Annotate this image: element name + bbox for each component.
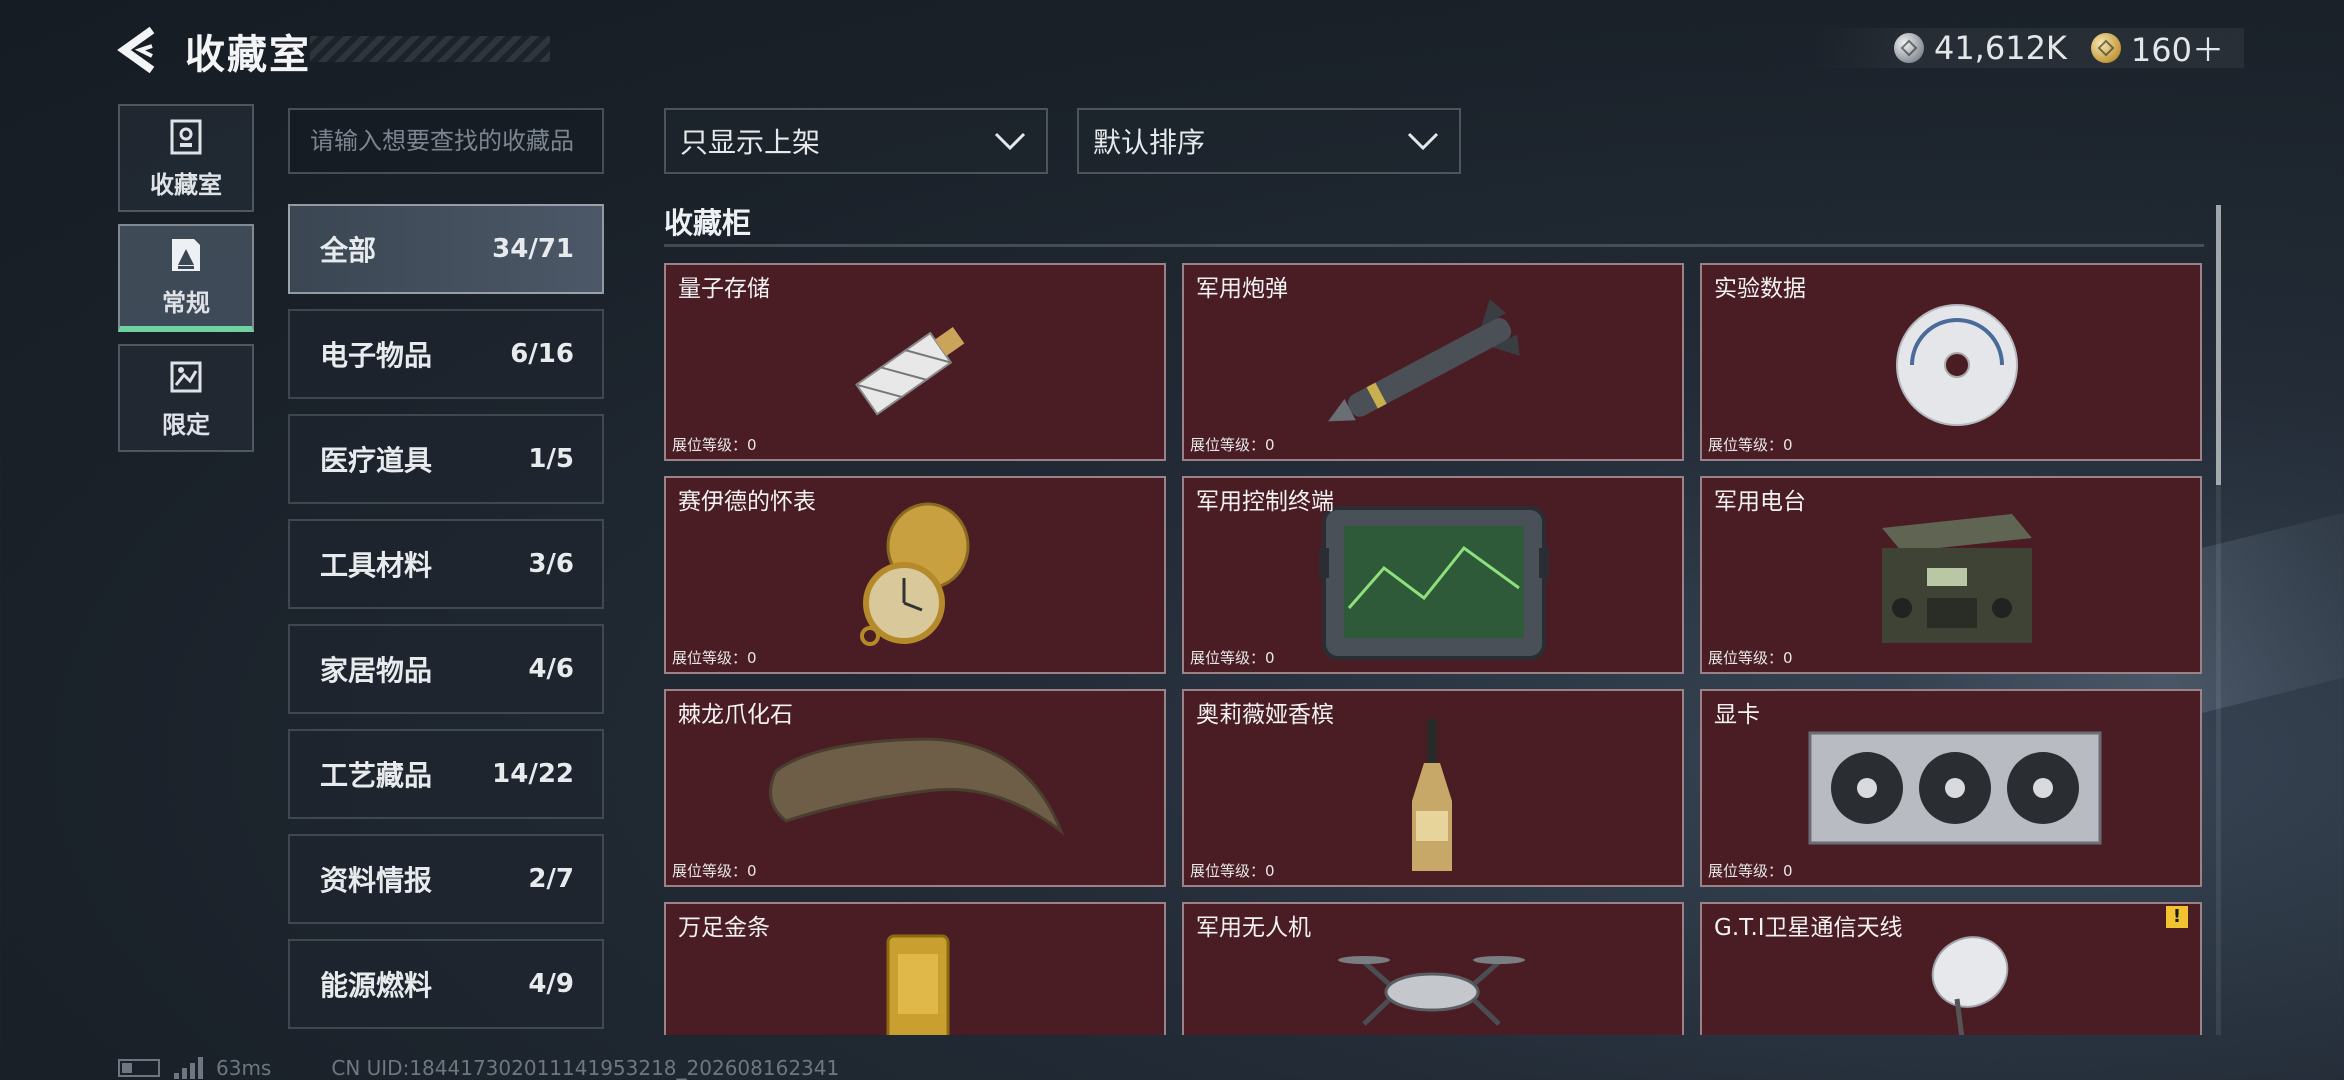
user-uid: CN UID:18441730201114195321​8_2026081623…	[331, 1056, 840, 1080]
item-name: 奥莉薇娅香槟	[1196, 702, 1334, 728]
side-nav-regular[interactable]: 常规	[118, 224, 254, 332]
chevron-down-icon	[1407, 132, 1439, 151]
chevron-down-icon	[994, 132, 1026, 151]
item-level: 展位等级：0	[1708, 862, 1793, 880]
category-intel[interactable]: 资料情报 2/7	[288, 834, 604, 924]
item-name: 军用控制终端	[1196, 489, 1334, 515]
currency-gold[interactable]: 160＋	[2090, 25, 2224, 71]
currency-bar: 41,612K 160＋	[1809, 25, 2244, 71]
item-card[interactable]: 实验数据 展位等级：0	[1700, 263, 2202, 461]
item-name: 军用炮弹	[1196, 276, 1288, 302]
category-all[interactable]: 全部 34/71	[288, 204, 604, 294]
currency-silver-value: 41,612K	[1933, 29, 2067, 67]
item-card[interactable]: 棘龙爪化石 展位等级：0	[664, 689, 1166, 887]
item-level: 展位等级：0	[672, 649, 757, 667]
item-card[interactable]: 军用电台 展位等级：0	[1700, 476, 2202, 674]
item-name: 万足金条	[678, 915, 770, 941]
category-count: 34/71	[492, 234, 574, 264]
item-card[interactable]: 赛伊德的怀表 展位等级：0	[664, 476, 1166, 674]
category-crafts[interactable]: 工艺藏品 14/22	[288, 729, 604, 819]
warning-icon[interactable]: !	[2166, 906, 2188, 928]
side-nav-label: 常规	[162, 288, 210, 317]
collection-room-icon	[170, 119, 202, 154]
ping-value: 63ms	[216, 1056, 272, 1080]
silver-coin-icon	[1893, 33, 1924, 63]
category-tools[interactable]: 工具材料 3/6	[288, 519, 604, 609]
item-name: 实验数据	[1714, 276, 1806, 302]
category-count: 3/6	[528, 549, 574, 579]
item-card[interactable]: 万足金条	[664, 902, 1166, 1035]
item-level: 展位等级：0	[1190, 649, 1275, 667]
item-card[interactable]: 量子存储 展位等级：0	[664, 263, 1166, 461]
title-decoration	[310, 36, 550, 62]
sort-label: 默认排序	[1093, 126, 1206, 159]
category-count: 2/7	[528, 864, 574, 894]
item-level: 展位等级：0	[1708, 436, 1793, 454]
item-level: 展位等级：0	[1190, 862, 1275, 880]
graphics-card-icon	[1808, 731, 2102, 845]
item-level: 展位等级：0	[672, 436, 757, 454]
battery-icon	[118, 1059, 160, 1077]
category-name: 资料情报	[320, 864, 433, 897]
item-level: 展位等级：0	[1708, 649, 1793, 667]
display-filter-dropdown[interactable]: 只显示上架	[664, 108, 1048, 174]
regular-icon	[172, 238, 200, 271]
category-count: 1/5	[528, 444, 574, 474]
item-name: 量子存储	[678, 276, 770, 302]
side-nav-label: 收藏室	[150, 170, 222, 199]
item-name: 显卡	[1714, 702, 1760, 728]
status-footer: 63ms CN UID:18441730201114195321​8_20260…	[118, 1056, 839, 1080]
side-nav-limited[interactable]: 限定	[118, 344, 254, 452]
item-card[interactable]: 显卡 展位等级：0	[1700, 689, 2202, 887]
item-name: 军用无人机	[1196, 915, 1311, 941]
back-arrow-icon[interactable]	[112, 22, 168, 78]
cabinet-divider	[664, 244, 2204, 247]
item-level: 展位等级：0	[1190, 436, 1275, 454]
item-card[interactable]: 军用控制终端 展位等级：0	[1182, 476, 1684, 674]
currency-silver[interactable]: 41,612K	[1893, 29, 2067, 67]
category-household[interactable]: 家居物品 4/6	[288, 624, 604, 714]
search-input[interactable]	[288, 108, 604, 174]
sort-dropdown[interactable]: 默认排序	[1077, 108, 1461, 174]
category-name: 全部	[320, 234, 377, 267]
item-card[interactable]: G.T.I卫星通信天线 !	[1700, 902, 2202, 1035]
category-count: 6/16	[510, 339, 574, 369]
category-count: 4/6	[528, 654, 574, 684]
category-name: 工艺藏品	[320, 759, 433, 792]
category-count: 14/22	[492, 759, 574, 789]
category-medical[interactable]: 医疗道具 1/5	[288, 414, 604, 504]
category-name: 工具材料	[320, 549, 433, 582]
item-card[interactable]: 军用无人机	[1182, 902, 1684, 1035]
page-title: 收藏室	[185, 32, 311, 78]
currency-gold-value: 160＋	[2130, 31, 2224, 69]
category-name: 能源燃料	[320, 969, 433, 1002]
cabinet-grid: 量子存储 展位等级：0 军用炮弹 展位等级：0 实验数据 展位等级：0 赛伊德的…	[664, 263, 2202, 1035]
category-fuel[interactable]: 能源燃料 4/9	[288, 939, 604, 1029]
item-level: 展位等级：0	[672, 862, 757, 880]
item-name: 棘龙爪化石	[678, 702, 793, 728]
item-card[interactable]: 军用炮弹 展位等级：0	[1182, 263, 1684, 461]
side-nav-collection-room[interactable]: 收藏室	[118, 104, 254, 212]
item-name: 赛伊德的怀表	[678, 489, 816, 515]
category-electronics[interactable]: 电子物品 6/16	[288, 309, 604, 399]
category-name: 家居物品	[320, 654, 433, 687]
category-name: 电子物品	[320, 339, 433, 372]
cabinet-title: 收藏柜	[664, 206, 752, 240]
category-count: 4/9	[528, 969, 574, 999]
gold-coin-icon	[2090, 33, 2121, 63]
side-nav: 收藏室 常规 限定	[118, 104, 254, 464]
display-filter-label: 只显示上架	[680, 126, 821, 159]
limited-icon	[170, 361, 202, 392]
category-name: 医疗道具	[320, 444, 433, 477]
category-list: 全部 34/71 电子物品 6/16 医疗道具 1/5 工具材料 3/6 家居物…	[288, 204, 604, 1044]
signal-icon	[174, 1057, 206, 1079]
item-name: G.T.I卫星通信天线	[1714, 915, 1903, 941]
item-card[interactable]: 奥莉薇娅香槟 展位等级：0	[1182, 689, 1684, 887]
header: 收藏室 41,612K 160＋	[0, 0, 2344, 100]
side-nav-label: 限定	[162, 410, 210, 439]
item-name: 军用电台	[1714, 489, 1806, 515]
scrollbar-thumb[interactable]	[2216, 205, 2221, 485]
